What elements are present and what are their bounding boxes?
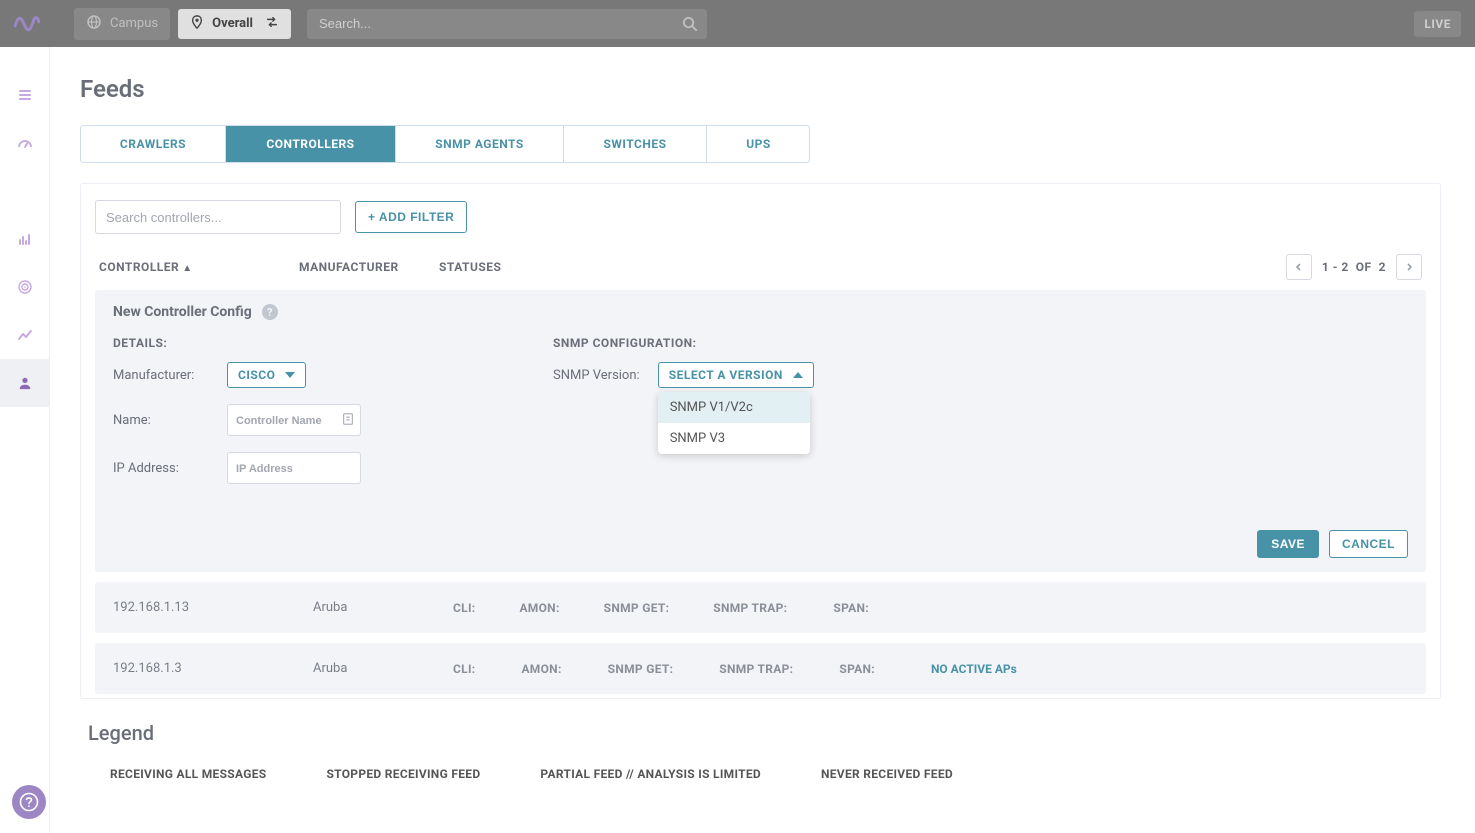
warning-icon bbox=[795, 601, 811, 615]
legend-item: PARTIAL FEED // ANALYSIS IS LIMITED bbox=[514, 767, 761, 781]
config-title: New Controller Config bbox=[113, 304, 252, 320]
sidebar-item-trends[interactable] bbox=[0, 311, 49, 359]
legend-item: RECEIVING ALL MESSAGES bbox=[86, 767, 266, 781]
row-controller: 192.168.1.13 bbox=[113, 600, 313, 615]
tab-crawlers[interactable]: CRAWLERS bbox=[81, 126, 226, 162]
sidebar bbox=[0, 47, 50, 833]
table-row[interactable]: 192.168.1.3 Aruba CLI: AMON: SNMP GET: S… bbox=[95, 643, 1426, 694]
chevron-up-icon bbox=[793, 372, 803, 378]
error-icon bbox=[681, 662, 697, 676]
cancel-button[interactable]: CANCEL bbox=[1329, 530, 1408, 558]
tab-switches[interactable]: SWITCHES bbox=[564, 126, 707, 162]
legend-item: NEVER RECEIVED FEED bbox=[795, 767, 953, 781]
page-info: 1 - 2 OF 2 bbox=[1322, 260, 1386, 274]
legend-item: STOPPED RECEIVING FEED bbox=[300, 767, 480, 781]
check-icon bbox=[877, 601, 891, 615]
main-content: Feeds CRAWLERS CONTROLLERS SNMP AGENTS S… bbox=[50, 47, 1475, 833]
name-label: Name: bbox=[113, 413, 209, 428]
table-header: CONTROLLER▲ MANUFACTURER STATUSES 1 - 2 … bbox=[95, 254, 1426, 280]
chevron-down-icon bbox=[285, 372, 295, 378]
column-controller[interactable]: CONTROLLER▲ bbox=[99, 260, 193, 274]
new-controller-config: New Controller Config ? DETAILS: Manufac… bbox=[95, 290, 1426, 572]
column-manufacturer[interactable]: MANUFACTURER bbox=[299, 260, 399, 274]
row-manufacturer: Aruba bbox=[313, 600, 453, 615]
add-filter-button[interactable]: + ADD FILTER bbox=[355, 201, 467, 233]
page-prev-button[interactable] bbox=[1286, 254, 1312, 280]
help-fab[interactable] bbox=[12, 785, 46, 819]
global-search-wrap bbox=[307, 9, 707, 39]
legend: Legend RECEIVING ALL MESSAGES STOPPED RE… bbox=[86, 721, 1441, 781]
scope-selector[interactable]: Overall bbox=[178, 9, 291, 39]
no-active-aps-badge: NO ACTIVE APs bbox=[931, 662, 1017, 676]
sidebar-item-menu[interactable] bbox=[0, 71, 49, 119]
feed-tabs: CRAWLERS CONTROLLERS SNMP AGENTS SWITCHE… bbox=[80, 125, 810, 163]
snmp-option-v3[interactable]: SNMP V3 bbox=[658, 423, 810, 454]
snmp-version-label: SNMP Version: bbox=[553, 368, 640, 383]
details-label: DETAILS: bbox=[113, 336, 473, 350]
check-icon bbox=[86, 767, 100, 781]
check-icon bbox=[568, 601, 582, 615]
pagination: 1 - 2 OF 2 bbox=[1286, 254, 1422, 280]
swap-icon bbox=[265, 15, 279, 33]
row-manufacturer: Aruba bbox=[313, 661, 453, 676]
check-icon bbox=[483, 601, 497, 615]
warning-icon bbox=[795, 767, 811, 781]
campus-selector[interactable]: Campus bbox=[74, 8, 170, 40]
error-icon bbox=[570, 662, 586, 676]
warning-icon bbox=[514, 767, 530, 781]
search-icon[interactable] bbox=[682, 16, 697, 35]
ip-label: IP Address: bbox=[113, 461, 209, 476]
tab-snmp-agents[interactable]: SNMP AGENTS bbox=[396, 126, 564, 162]
sidebar-item-radar[interactable] bbox=[0, 263, 49, 311]
error-icon bbox=[483, 662, 499, 676]
row-controller: 192.168.1.3 bbox=[113, 661, 313, 676]
scope-label: Overall bbox=[212, 16, 253, 31]
table-row[interactable]: 192.168.1.13 Aruba CLI: AMON: SNMP GET: … bbox=[95, 582, 1426, 633]
sort-asc-icon: ▲ bbox=[182, 263, 192, 274]
page-next-button[interactable] bbox=[1396, 254, 1422, 280]
manufacturer-label: Manufacturer: bbox=[113, 368, 209, 383]
app-logo-icon bbox=[14, 9, 40, 39]
page-title: Feeds bbox=[80, 75, 1441, 103]
snmp-version-select[interactable]: SELECT A VERSION bbox=[658, 362, 814, 388]
controllers-panel: + ADD FILTER CONTROLLER▲ MANUFACTURER ST… bbox=[80, 183, 1441, 699]
topbar: Campus Overall LIVE bbox=[0, 0, 1475, 47]
save-button[interactable]: SAVE bbox=[1257, 530, 1319, 558]
tab-ups[interactable]: UPS bbox=[707, 126, 810, 162]
error-icon bbox=[300, 767, 316, 781]
snmp-version-dropdown: SNMP V1/V2c SNMP V3 bbox=[658, 392, 810, 454]
sidebar-item-dashboard[interactable] bbox=[0, 119, 49, 167]
error-icon bbox=[883, 662, 899, 676]
globe-icon bbox=[86, 14, 102, 34]
snmp-config-label: SNMP CONFIGURATION: bbox=[553, 336, 913, 350]
sidebar-item-alerts[interactable] bbox=[0, 167, 49, 215]
ip-address-input[interactable] bbox=[227, 452, 361, 484]
check-icon bbox=[677, 601, 691, 615]
live-badge[interactable]: LIVE bbox=[1414, 11, 1461, 37]
campus-label: Campus bbox=[110, 16, 158, 31]
sidebar-item-analytics[interactable] bbox=[0, 215, 49, 263]
manufacturer-select[interactable]: CISCO bbox=[227, 362, 306, 388]
sidebar-item-admin[interactable] bbox=[0, 359, 49, 407]
tab-controllers[interactable]: CONTROLLERS bbox=[226, 126, 396, 162]
global-search-input[interactable] bbox=[307, 9, 707, 39]
snmp-option-v1v2c[interactable]: SNMP V1/V2c bbox=[658, 392, 810, 423]
controllers-search-input[interactable] bbox=[95, 200, 341, 234]
legend-title: Legend bbox=[88, 721, 1441, 745]
document-icon bbox=[341, 412, 355, 430]
help-icon[interactable]: ? bbox=[262, 304, 278, 320]
pin-icon bbox=[190, 15, 204, 33]
warning-icon bbox=[801, 662, 817, 676]
column-statuses[interactable]: STATUSES bbox=[439, 260, 501, 274]
